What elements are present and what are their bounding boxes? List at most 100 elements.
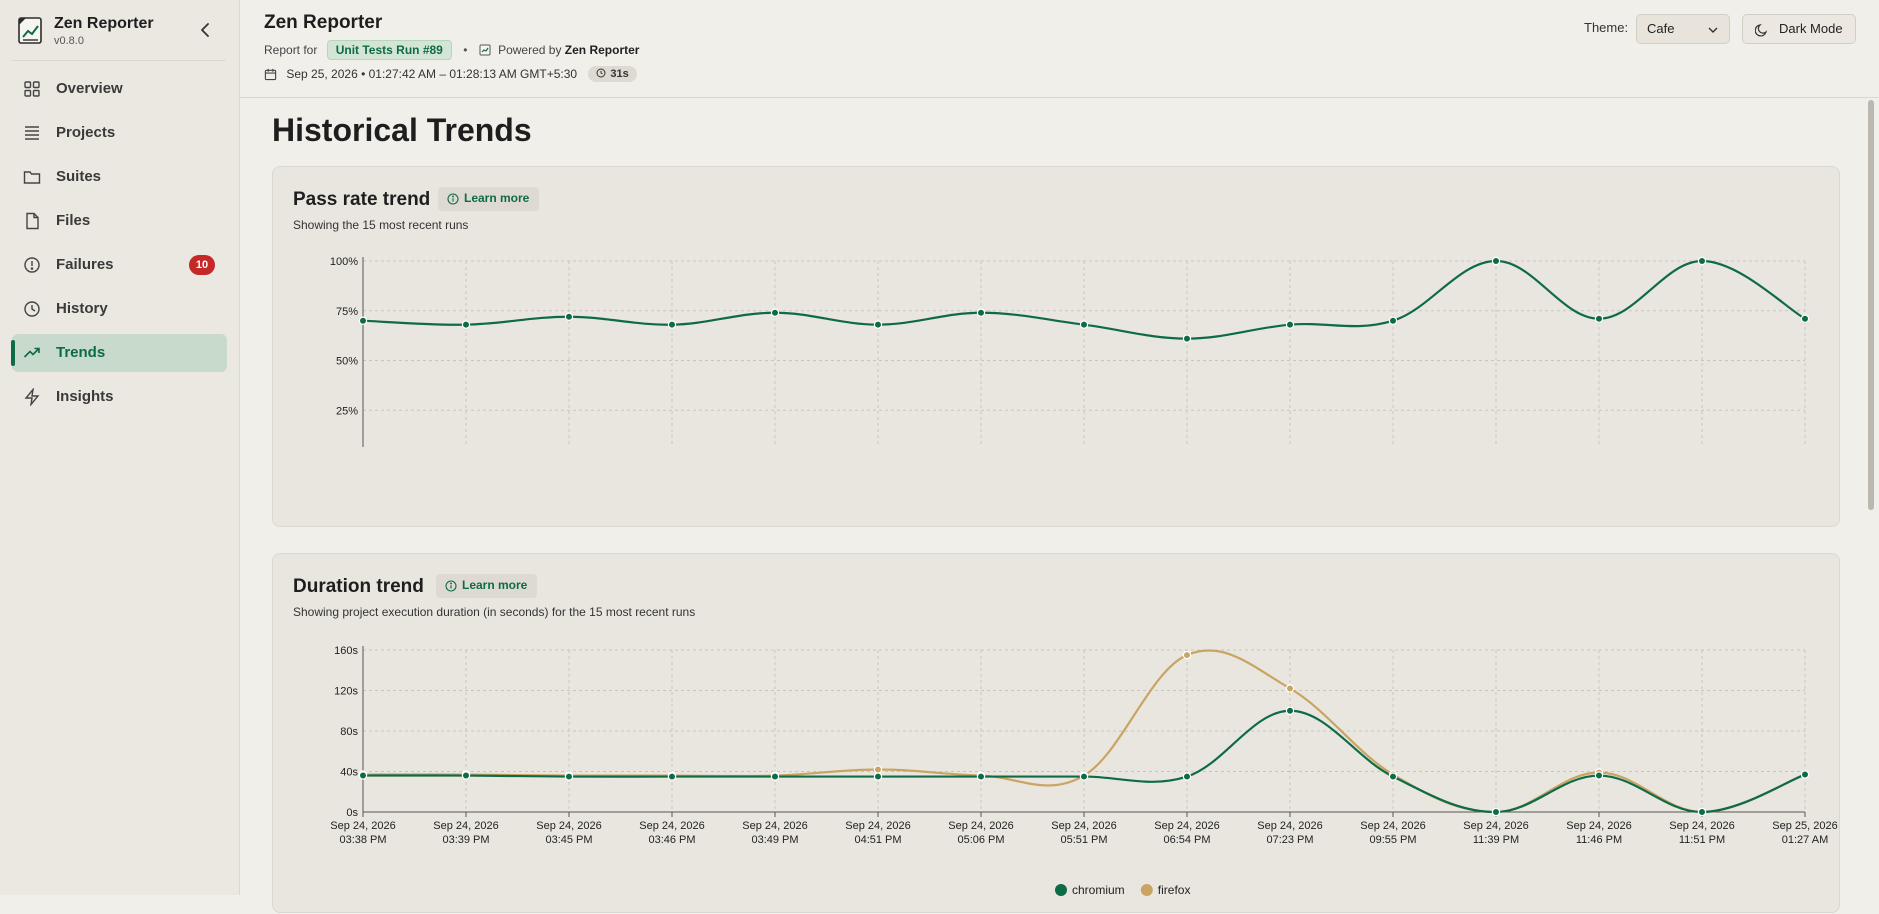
sidebar-nav: Overview Projects Suites Files Failures: [11, 70, 227, 422]
series-point[interactable]: [1800, 314, 1810, 323]
series-point[interactable]: [1697, 256, 1707, 266]
x-tick-label: Sep 25, 2026: [1772, 820, 1837, 832]
chromium-point[interactable]: [1182, 772, 1192, 781]
chromium-point[interactable]: [873, 772, 883, 781]
sidebar-item-label: Failures: [56, 256, 114, 273]
chromium-point[interactable]: [1697, 807, 1707, 817]
card-title: Pass rate trend: [293, 189, 431, 210]
y-tick-label: 100%: [330, 256, 358, 268]
sidebar-item-trends[interactable]: Trends: [11, 334, 227, 372]
x-tick-label: Sep 24, 2026: [536, 820, 601, 832]
sidebar-item-failures[interactable]: Failures 10: [12, 246, 227, 284]
firefox-point[interactable]: [1182, 650, 1192, 660]
series-point[interactable]: [1285, 320, 1295, 329]
app-logo-icon: [18, 17, 42, 44]
firefox-point[interactable]: [1285, 684, 1295, 693]
run-name-chip[interactable]: Unit Tests Run #89: [326, 40, 452, 60]
chromium-point[interactable]: [1388, 772, 1398, 781]
theme-label: Theme:: [1584, 20, 1629, 35]
sidebar-item-suites[interactable]: Suites: [12, 158, 227, 196]
scrollbar[interactable]: [1868, 100, 1874, 510]
x-tick-label: Sep 24, 2026: [1257, 820, 1322, 832]
x-tick-label: 11:46 PM: [1576, 834, 1622, 846]
clock-icon: [596, 68, 606, 78]
page-title: Historical Trends: [272, 112, 532, 148]
theme-select-value: Cafe: [1647, 21, 1675, 36]
series-point[interactable]: [1594, 314, 1604, 323]
x-tick-label: 04:51 PM: [854, 834, 901, 846]
x-tick-label: 03:49 PM: [751, 834, 798, 846]
x-tick-label: 06:54 PM: [1163, 834, 1210, 846]
series-point[interactable]: [1388, 316, 1398, 325]
series-point[interactable]: [1491, 256, 1501, 266]
series-point[interactable]: [358, 316, 368, 325]
sidebar-item-projects[interactable]: Projects: [12, 114, 227, 152]
app-title: Zen Reporter: [54, 15, 154, 32]
x-tick-label: 05:06 PM: [957, 834, 1004, 846]
series-point[interactable]: [564, 312, 574, 321]
learn-more-label: Learn more: [464, 191, 530, 205]
grid-icon: [24, 81, 40, 97]
separator-dot: •: [463, 43, 468, 57]
clock-icon: [24, 301, 40, 317]
x-tick-label: 07:23 PM: [1266, 834, 1313, 846]
app-version: v0.8.0: [54, 35, 84, 47]
series-point[interactable]: [770, 308, 780, 317]
dark-mode-button[interactable]: Dark Mode: [1742, 14, 1856, 44]
chromium-point[interactable]: [1594, 771, 1604, 780]
chromium-point[interactable]: [976, 772, 986, 781]
chromium-point[interactable]: [667, 772, 677, 781]
series-point[interactable]: [873, 320, 883, 329]
card-subtitle: Showing project execution duration (in s…: [293, 605, 696, 619]
sidebar-item-overview[interactable]: Overview: [12, 70, 227, 108]
brand: Zen Reporter v0.8.0: [16, 14, 226, 50]
chromium-point[interactable]: [358, 771, 368, 780]
sidebar-item-label: Files: [56, 212, 91, 229]
sidebar: Zen Reporter v0.8.0 Overview Projects Su…: [0, 0, 240, 895]
x-tick-label: Sep 24, 2026: [948, 820, 1013, 832]
series-point[interactable]: [461, 320, 471, 329]
sidebar-item-label: Trends: [56, 344, 106, 361]
file-icon: [26, 212, 39, 230]
duration-card: Duration trend Learn more Showing projec…: [272, 553, 1840, 913]
sidebar-item-label: History: [56, 300, 108, 317]
series-point[interactable]: [667, 320, 677, 329]
legend-swatch: [1055, 884, 1067, 896]
duration-chart: 0s 40s 80s 120s 160s Sep 24, 2026 03:38 PM Sep …: [330, 645, 1837, 897]
duration-learn-more-button[interactable]: Learn more: [436, 574, 538, 598]
firefox-point[interactable]: [873, 765, 883, 774]
chromium-point[interactable]: [1285, 706, 1295, 715]
sidebar-item-insights[interactable]: Insights: [12, 378, 227, 416]
y-tick-label: 80s: [340, 726, 358, 738]
chromium-point[interactable]: [1491, 807, 1501, 817]
zap-icon: [24, 388, 40, 406]
pass-rate-chart: 0%25%50%75%100%Sep 24, 202603:38 PMSep 2…: [330, 256, 1810, 447]
series-point[interactable]: [976, 308, 986, 317]
x-tick-label: Sep 24, 2026: [742, 820, 807, 832]
chromium-point[interactable]: [1800, 770, 1810, 779]
learn-more-label: Learn more: [462, 578, 528, 592]
x-tick-label: 09:55 PM: [1369, 834, 1416, 846]
chromium-point[interactable]: [461, 771, 471, 780]
info-icon: [445, 580, 457, 592]
x-tick-label: 03:38 PM: [339, 834, 386, 846]
main-content: Historical Trends Pass rate trend Learn …: [240, 98, 1865, 913]
moon-icon: [1755, 24, 1768, 37]
series-point[interactable]: [1079, 320, 1089, 329]
pass-rate-learn-more-button[interactable]: Learn more: [438, 187, 540, 211]
x-tick-label: 03:46 PM: [648, 834, 695, 846]
chromium-point[interactable]: [564, 772, 574, 781]
collapse-sidebar-icon[interactable]: [196, 20, 216, 40]
sidebar-item-label: Suites: [56, 168, 102, 185]
sidebar-item-history[interactable]: History: [12, 290, 227, 328]
theme-select[interactable]: Cafe: [1636, 14, 1730, 44]
x-tick-label: 01:27 AM: [1782, 834, 1828, 846]
chromium-point[interactable]: [1079, 772, 1089, 781]
series-point[interactable]: [1182, 334, 1192, 343]
sidebar-item-files[interactable]: Files: [12, 202, 227, 240]
x-tick-label: Sep 24, 2026: [1051, 820, 1116, 832]
x-tick-label: Sep 24, 2026: [639, 820, 704, 832]
y-tick-label: 40s: [340, 767, 358, 779]
run-duration-badge: 31s: [588, 66, 637, 82]
chromium-point[interactable]: [770, 772, 780, 781]
